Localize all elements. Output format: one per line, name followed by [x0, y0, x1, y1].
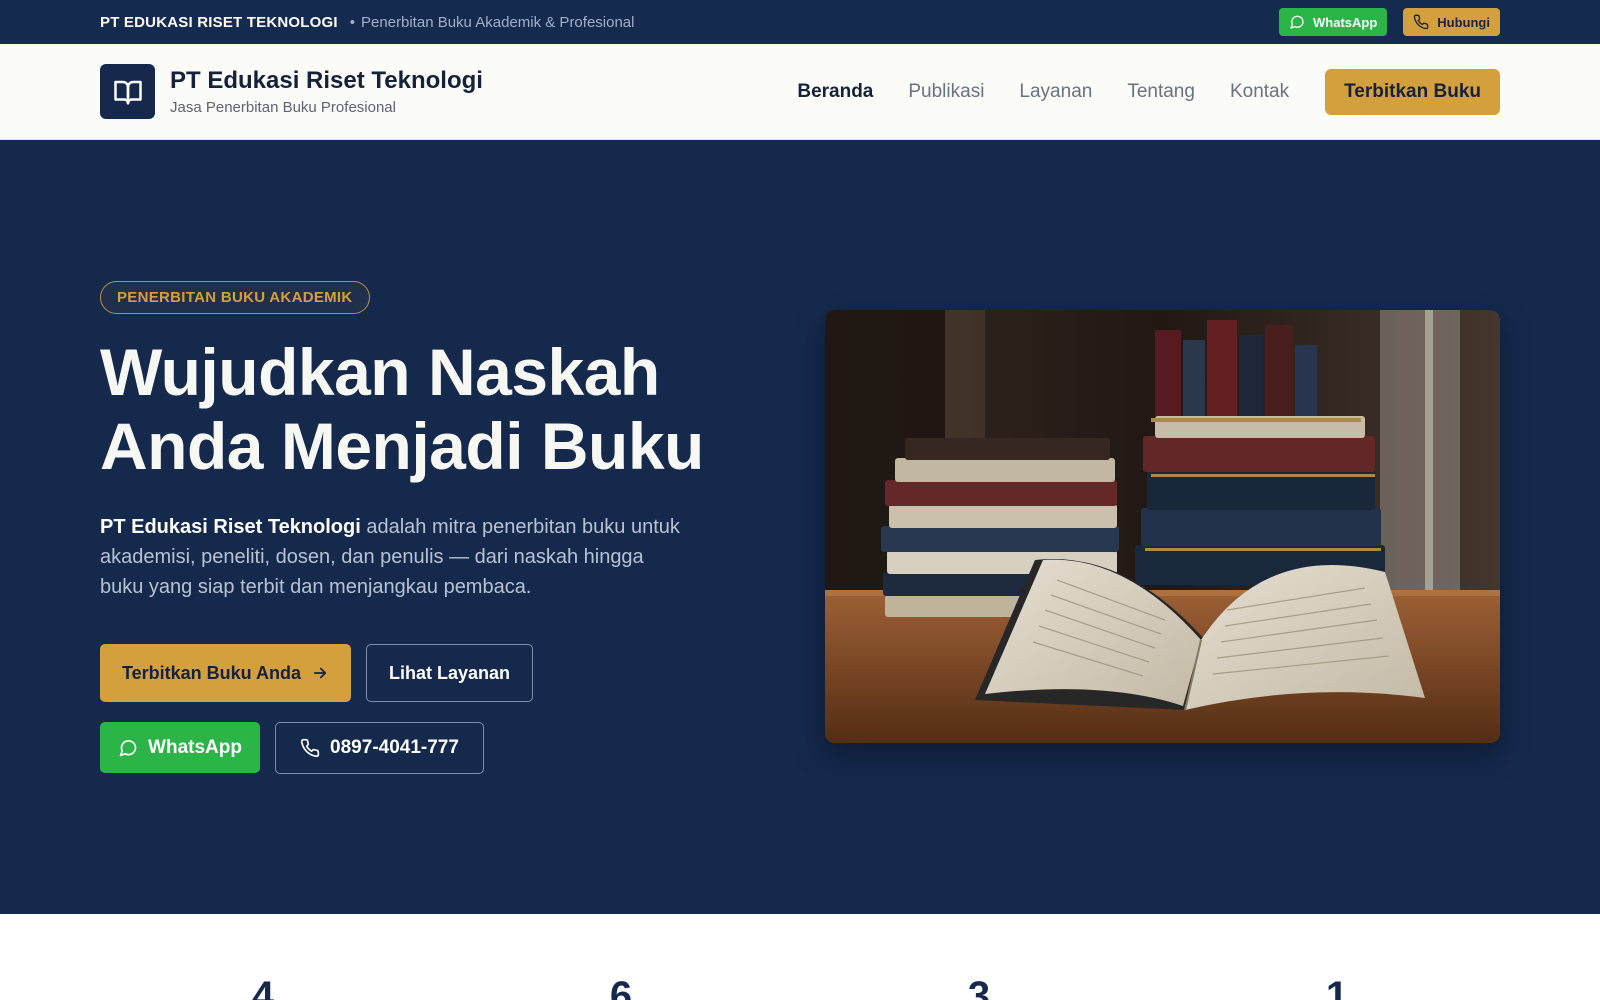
topbar-tagline: Penerbitan Buku Akademik & Profesional: [360, 13, 635, 31]
hero-phone-button[interactable]: 0897-4041-777: [275, 722, 484, 774]
topbar-call-label: Hubungi: [1437, 14, 1490, 30]
topbar-whatsapp-button[interactable]: WhatsApp: [1279, 8, 1388, 36]
hero-lead-company: PT Edukasi Riset Teknologi: [100, 516, 361, 538]
topbar-actions: WhatsApp Hubungi: [1279, 8, 1500, 36]
arrow-right-icon: [313, 667, 327, 679]
hero-section: PENERBITAN BUKU AKADEMIK Wujudkan Naskah…: [0, 140, 1600, 914]
nav-item-publikasi[interactable]: Publikasi: [908, 81, 984, 103]
topbar-call-button[interactable]: Hubungi: [1403, 8, 1500, 36]
phone-icon: [1414, 14, 1429, 30]
hero-headline-line2: Anda Menjadi Buku: [100, 409, 704, 483]
brand-title[interactable]: PT Edukasi Riset Teknologi: [170, 67, 483, 95]
hero-image-books: [825, 310, 1500, 743]
whatsapp-icon: [1290, 15, 1304, 29]
brand-text: PT Edukasi Riset Teknologi Jasa Penerbit…: [170, 67, 483, 116]
top-bar: PT EDUKASI RISET TEKNOLOGI • Penerbitan …: [0, 0, 1600, 44]
publish-your-book-label: Terbitkan Buku Anda: [121, 662, 301, 683]
hero-phone-number: 0897-4041-777: [330, 737, 459, 758]
nav-item-tentang[interactable]: Tentang: [1127, 81, 1195, 103]
stat-value-1: 4: [251, 974, 275, 1000]
hero-whatsapp-label: WhatsApp: [148, 736, 242, 758]
site-header: PT Edukasi Riset Teknologi Jasa Penerbit…: [0, 44, 1600, 140]
topbar-separator: •: [349, 13, 355, 31]
hero-badge: PENERBITAN BUKU AKADEMIK: [100, 281, 370, 314]
hero-whatsapp-button[interactable]: WhatsApp: [100, 722, 260, 773]
hero-headline: Wujudkan Naskah Anda Menjadi Buku: [100, 335, 740, 483]
open-book-icon: [113, 80, 142, 104]
nav-item-kontak[interactable]: Kontak: [1230, 81, 1289, 103]
view-services-label: Lihat Layanan: [388, 662, 511, 683]
stat-value-4: 1: [1325, 974, 1349, 1000]
brand-subtitle: Jasa Penerbitan Buku Profesional: [170, 99, 396, 116]
stat-value-3: 3: [967, 974, 991, 1000]
stat-value-2: 6: [609, 974, 633, 1000]
publish-your-book-button[interactable]: Terbitkan Buku Anda: [100, 644, 351, 702]
publish-book-button[interactable]: Terbitkan Buku: [1325, 68, 1500, 115]
stats-section: 4 6 3 1: [0, 914, 1600, 1000]
whatsapp-icon: [119, 739, 137, 756]
view-services-button[interactable]: Lihat Layanan: [366, 644, 533, 702]
nav-item-beranda[interactable]: Beranda: [797, 81, 873, 103]
hero-headline-line1: Wujudkan Naskah: [100, 335, 660, 409]
hero-lead: PT Edukasi Riset Teknologi adalah mitra …: [100, 512, 680, 602]
main-nav: Beranda Publikasi Layanan Tentang Kontak…: [762, 68, 1500, 115]
topbar-brand: PT EDUKASI RISET TEKNOLOGI: [100, 13, 338, 31]
logo[interactable]: [100, 64, 155, 119]
topbar-whatsapp-label: WhatsApp: [1313, 14, 1378, 30]
phone-icon: [300, 738, 320, 758]
nav-item-layanan[interactable]: Layanan: [1019, 81, 1092, 103]
